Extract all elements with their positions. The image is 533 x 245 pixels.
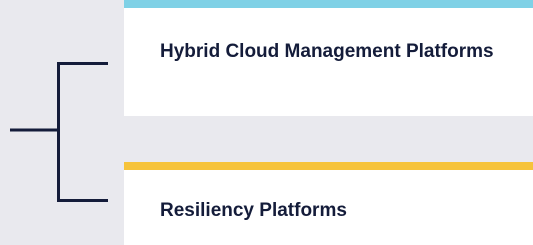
- card-accent-bar: [124, 162, 533, 170]
- platform-card-hybrid-cloud: Hybrid Cloud Management Platforms: [124, 0, 533, 116]
- card-accent-bar: [124, 0, 533, 8]
- card-title: Hybrid Cloud Management Platforms: [160, 41, 494, 62]
- card-title: Resiliency Platforms: [160, 200, 347, 221]
- platform-card-resiliency: Resiliency Platforms: [124, 162, 533, 245]
- bracket-connector: [10, 62, 108, 202]
